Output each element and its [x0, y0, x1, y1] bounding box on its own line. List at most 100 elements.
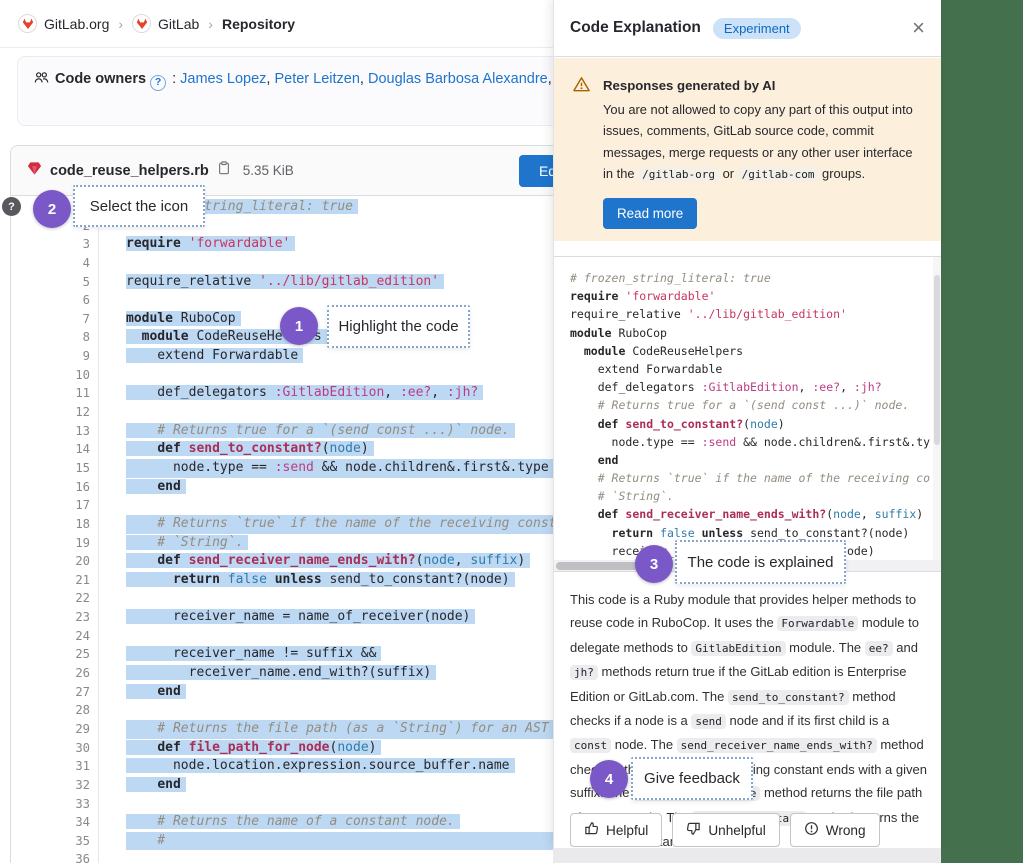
line-number[interactable]: 5	[11, 273, 99, 292]
line-number[interactable]: 23	[11, 608, 99, 627]
snippet-line: require_relative '../lib/gitlab_edition'	[570, 305, 941, 323]
experiment-badge: Experiment	[713, 18, 801, 39]
line-number[interactable]: 3	[11, 235, 99, 254]
drawer-header: Code Explanation Experiment ×	[554, 0, 941, 57]
helpful-button[interactable]: Helpful	[570, 813, 662, 847]
callout-step-3: 3	[635, 545, 673, 583]
help-icon[interactable]: ?	[150, 75, 166, 91]
breadcrumb-link[interactable]: GitLab	[158, 16, 199, 32]
copy-path-icon[interactable]	[217, 161, 231, 180]
ai-explain-gutter-icon[interactable]: ?	[2, 197, 21, 216]
drawer-title: Code Explanation	[570, 19, 701, 37]
line-number[interactable]: 19	[11, 534, 99, 553]
inline-code-chip: send_receiver_name_ends_with?	[677, 738, 877, 753]
selected-code: receiver_name = name_of_receiver(node)	[126, 609, 475, 624]
callout-step-2: 2	[33, 190, 71, 228]
code-owner-link[interactable]: James Lopez	[180, 71, 266, 87]
line-number[interactable]: 33	[11, 795, 99, 814]
inline-code-chip: /gitlab-com	[738, 167, 819, 182]
line-number[interactable]: 24	[11, 627, 99, 646]
line-number[interactable]: 30	[11, 739, 99, 758]
code-owner-link[interactable]: Douglas Barbosa Alexandre	[368, 71, 548, 87]
line-number[interactable]: 8	[11, 328, 99, 347]
warning-title: Responses generated by AI	[603, 75, 925, 97]
ai-warning-banner: Responses generated by AI You are not al…	[554, 58, 941, 241]
line-number[interactable]: 31	[11, 757, 99, 776]
line-number[interactable]: 18	[11, 515, 99, 534]
line-number[interactable]: 34	[11, 813, 99, 832]
line-number[interactable]: 16	[11, 478, 99, 497]
snippet-line: module CodeReuseHelpers	[570, 342, 941, 360]
breadcrumb-link[interactable]: Repository	[222, 16, 295, 32]
selected-code: receiver_name.end_with?(suffix)	[126, 665, 436, 680]
snippet-line: require 'forwardable'	[570, 287, 941, 305]
line-number[interactable]: 25	[11, 645, 99, 664]
read-more-button[interactable]: Read more	[603, 198, 697, 229]
breadcrumb-item: GitLab.org	[18, 14, 109, 33]
inline-code-chip: Forwardable	[777, 616, 858, 631]
snippet-line: extend Forwardable	[570, 360, 941, 378]
callout-label-4: Give feedback	[631, 757, 753, 800]
callout-step-1: 1	[280, 307, 318, 345]
line-number[interactable]: 32	[11, 776, 99, 795]
explained-code-snippet: # frozen_string_literal: truerequire 'fo…	[554, 256, 941, 572]
selected-code: end	[126, 777, 186, 792]
line-number[interactable]: 35	[11, 832, 99, 851]
inline-code-chip: send	[691, 714, 726, 729]
code-owners-label: Code owners	[55, 71, 146, 87]
inline-code-chip: send_to_constant?	[728, 690, 849, 705]
line-number[interactable]: 15	[11, 459, 99, 478]
line-number[interactable]: 14	[11, 440, 99, 459]
snippet-line: end	[570, 451, 941, 469]
selected-code: # `String`.	[126, 535, 248, 550]
code-owner-link[interactable]: Peter Leitzen	[274, 71, 359, 87]
line-number[interactable]: 22	[11, 589, 99, 608]
wrong-button[interactable]: Wrong	[790, 813, 880, 847]
warning-triangle-icon	[572, 75, 591, 241]
unhelpful-button[interactable]: Unhelpful	[672, 813, 779, 847]
snippet-line: # frozen_string_literal: true	[570, 269, 941, 287]
line-number[interactable]: 17	[11, 496, 99, 515]
feedback-label: Helpful	[606, 823, 648, 838]
feedback-label: Unhelpful	[708, 823, 765, 838]
line-number[interactable]: 12	[11, 403, 99, 422]
line-number[interactable]: 11	[11, 384, 99, 403]
line-number[interactable]: 29	[11, 720, 99, 739]
line-number[interactable]: 36	[11, 850, 99, 863]
warning-text: You are not allowed to copy any part of …	[603, 99, 925, 186]
file-size: 5.35 KiB	[243, 163, 294, 178]
line-number[interactable]: 20	[11, 552, 99, 571]
vertical-scrollbar[interactable]	[933, 257, 941, 571]
line-number[interactable]: 26	[11, 664, 99, 683]
breadcrumb-link[interactable]: GitLab.org	[44, 16, 109, 32]
breadcrumb-item: GitLab	[132, 14, 199, 33]
line-number[interactable]: 21	[11, 571, 99, 590]
selected-code: require_relative '../lib/gitlab_edition'	[126, 274, 444, 289]
line-number[interactable]: 9	[11, 347, 99, 366]
feedback-buttons: Helpful Unhelpful Wrong	[570, 813, 880, 847]
line-number[interactable]: 13	[11, 422, 99, 441]
line-number[interactable]: 27	[11, 683, 99, 702]
close-icon[interactable]: ×	[912, 17, 925, 39]
thumb-up-icon	[584, 821, 599, 839]
snippet-line: # `String`.	[570, 487, 941, 505]
inline-code-chip: jh?	[570, 665, 598, 680]
line-number[interactable]: 4	[11, 254, 99, 273]
line-number[interactable]: 7	[11, 310, 99, 329]
selected-code: def send_to_constant?(node)	[126, 441, 374, 456]
selected-code: def file_path_for_node(node)	[126, 740, 381, 755]
snippet-line: def send_to_constant?(node)	[570, 415, 941, 433]
breadcrumb-item: Repository	[222, 16, 295, 32]
selected-code: require 'forwardable'	[126, 236, 295, 251]
snippet-line: module RuboCop	[570, 324, 941, 342]
chevron-right-icon: ›	[118, 16, 123, 32]
file-name: code_reuse_helpers.rb	[50, 163, 209, 179]
selected-code: # Returns the name of a constant node.	[126, 814, 460, 829]
snippet-line: def_delegators :GitlabEdition, :ee?, :jh…	[570, 378, 941, 396]
line-number[interactable]: 6	[11, 291, 99, 310]
chevron-right-icon: ›	[208, 16, 213, 32]
selected-code: def send_receiver_name_ends_with?(node, …	[126, 553, 530, 568]
line-number[interactable]: 28	[11, 701, 99, 720]
selected-code: # Returns true for a `(send const ...)` …	[126, 423, 515, 438]
line-number[interactable]: 10	[11, 366, 99, 385]
